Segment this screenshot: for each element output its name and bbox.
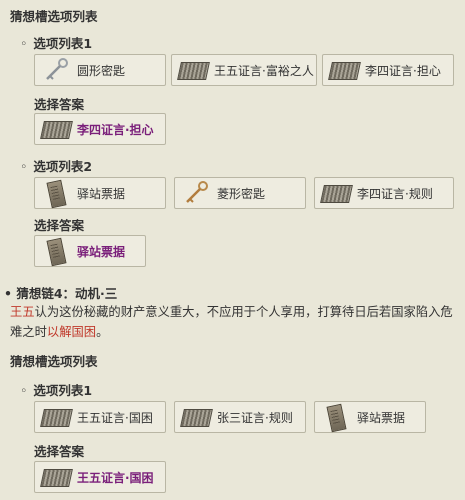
document-icon xyxy=(180,404,213,430)
document-icon xyxy=(40,116,73,142)
key-icon xyxy=(41,57,71,83)
chain-title-text: 猜想链4：动机·三 xyxy=(16,286,118,301)
option-label: 圆形密匙 xyxy=(77,63,126,78)
option-label: 王五证言·国困 xyxy=(77,410,153,425)
answer-card[interactable]: 李四证言·担心 xyxy=(34,113,166,145)
section-title: 猜想槽选项列表 xyxy=(10,9,98,24)
highlight-phrase: 以解国困 xyxy=(46,325,97,339)
description-end: 。 xyxy=(96,325,109,339)
option-label: 驿站票据 xyxy=(77,186,126,201)
document-icon xyxy=(40,464,73,490)
option-card[interactable]: 李四证言·规则 xyxy=(314,177,454,209)
option-card[interactable]: 李四证言·担心 xyxy=(322,54,454,86)
answer-heading: 选择答案 xyxy=(34,97,85,112)
chain-title: • 猜想链4：动机·三 xyxy=(4,286,118,301)
option-list-heading: 选项列表2 xyxy=(20,156,92,175)
chain-description: 王五认为这份秘藏的财产意义重大，不应用于个人享用，打算待日后若国家陷入危难之时以… xyxy=(10,302,460,342)
option-label: 驿站票据 xyxy=(357,410,406,425)
option-card[interactable]: 张三证言·规则 xyxy=(174,401,306,433)
option-label: 张三证言·规则 xyxy=(217,410,293,425)
document-icon xyxy=(320,180,353,206)
slip-icon xyxy=(41,179,71,209)
slip-icon xyxy=(321,403,351,433)
option-card[interactable]: 王五证言·富裕之人 xyxy=(171,54,317,86)
option-label: 李四证言·担心 xyxy=(365,63,441,78)
option-list-heading: 选项列表1 xyxy=(20,380,92,399)
document-icon xyxy=(328,57,361,83)
section-title: 猜想槽选项列表 xyxy=(10,354,98,369)
answer-label: 李四证言·担心 xyxy=(77,122,154,137)
answer-heading: 选择答案 xyxy=(34,444,85,459)
option-label: 菱形密匙 xyxy=(217,186,266,201)
option-card[interactable]: 圆形密匙 xyxy=(34,54,166,86)
highlight-name: 王五 xyxy=(10,305,35,319)
answer-heading: 选择答案 xyxy=(34,218,85,233)
answer-label: 驿站票据 xyxy=(77,244,126,259)
option-card[interactable]: 驿站票据 xyxy=(34,177,166,209)
answer-label: 王五证言·国困 xyxy=(77,470,154,485)
option-label: 李四证言·规则 xyxy=(357,186,433,201)
key-icon xyxy=(181,180,211,206)
answer-card[interactable]: 王五证言·国困 xyxy=(34,461,166,493)
document-icon xyxy=(40,404,73,430)
slip-icon xyxy=(41,237,71,267)
option-list-heading: 选项列表1 xyxy=(20,33,92,52)
answer-card[interactable]: 驿站票据 xyxy=(34,235,146,267)
option-card[interactable]: 菱形密匙 xyxy=(174,177,306,209)
option-label: 王五证言·富裕之人 xyxy=(214,63,314,78)
option-card[interactable]: 王五证言·国困 xyxy=(34,401,166,433)
document-icon xyxy=(177,57,210,83)
option-card[interactable]: 驿站票据 xyxy=(314,401,426,433)
